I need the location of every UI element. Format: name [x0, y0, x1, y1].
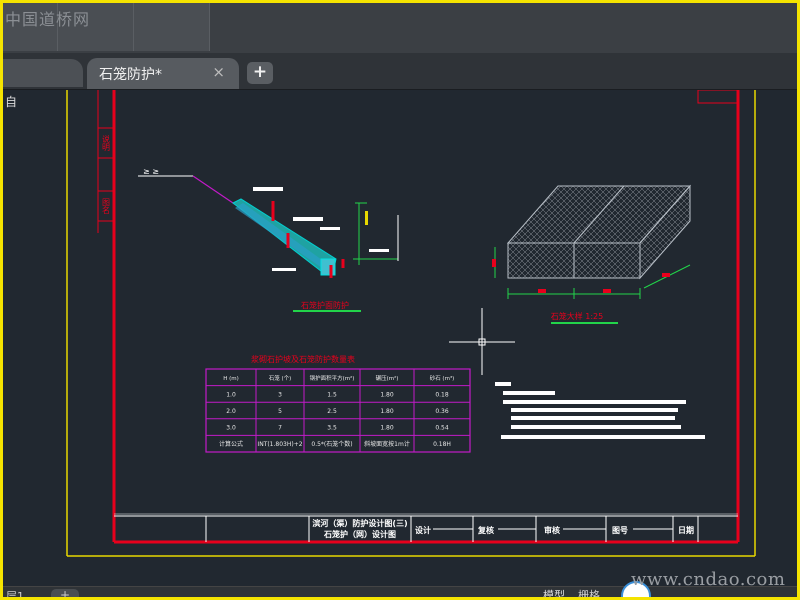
title-line-1: 滨河（渠）防护设计图(三): [312, 518, 407, 528]
model-toggle[interactable]: 模型: [543, 587, 565, 597]
label-date: 日期: [678, 525, 694, 535]
title-block: 滨河（渠）防护设计图(三) 石笼护（网）设计图 设计 复核 审核 图号 日期: [114, 513, 738, 542]
table-cell: 3.0: [226, 425, 236, 432]
watermark-bottom: www.cndao.com: [631, 569, 786, 590]
table-header-cell: 碾压(m²): [376, 375, 399, 382]
table-cell: 斜坡面宽按1m计: [364, 440, 410, 448]
svg-text:≥ ≥: ≥ ≥: [143, 167, 159, 176]
table-cell: 0.36: [435, 408, 449, 415]
table-header-cell: 石笼 (个): [269, 374, 292, 382]
cad-drawing: 说明 图名 ≥ ≥ 石笼护面防护 石笼大样 1:25 滨河（渠）防护设计图(三)…: [66, 90, 756, 557]
table-header-cell: 钢护面积平方(m²): [310, 374, 355, 382]
table-cell: 1.80: [380, 408, 394, 415]
document-tab-bar: 石笼防护* × +: [3, 53, 797, 90]
table-cell: 5: [278, 408, 282, 415]
title-line-2: 石笼护（网）设计图: [323, 529, 396, 539]
table-cell: 3: [278, 391, 282, 398]
slope-section: ≥ ≥ 石笼护面防护: [138, 167, 399, 312]
table-title: 浆砌石护坡及石笼防护数量表: [251, 354, 355, 364]
ribbon-toolbar: 中国道桥网: [3, 3, 797, 53]
table-cell: 计算公式: [219, 440, 243, 448]
quantity-table: H (m) 石笼 (个) 钢护面积平方(m²) 碾压(m²) 砂石 (m³) 1.0 3 1.…: [205, 368, 471, 453]
section-caption: 石笼护面防护: [301, 300, 349, 310]
tab-active-document[interactable]: 石笼防护* ×: [87, 58, 239, 89]
table-cell: 7: [278, 425, 282, 432]
label-review: 复核: [477, 525, 494, 535]
gabion-detail: [506, 184, 692, 280]
close-icon[interactable]: ×: [212, 63, 225, 81]
table-cell: 2.5: [327, 408, 337, 415]
vertical-label-1: 说明: [102, 134, 111, 152]
table-cell: 1.0: [226, 391, 236, 398]
table-header-cell: H (m): [223, 376, 239, 382]
add-layout-button[interactable]: +: [51, 589, 79, 597]
table-cell: INT(1.803H)+2: [257, 441, 302, 448]
label-design: 设计: [415, 525, 431, 535]
label-drawing-no: 图号: [612, 526, 628, 535]
table-cell: 0.5*(石笼个数): [311, 440, 352, 448]
table-cell: 0.54: [435, 425, 449, 432]
table-cell: 3.5: [327, 425, 337, 432]
tab-previous-document[interactable]: [3, 59, 83, 87]
table-cell: 1.80: [380, 425, 394, 432]
drawing-canvas[interactable]: 说明 图名 ≥ ≥ 石笼护面防护 石笼大样 1:25 滨河（渠）防护设计图(三)…: [3, 90, 797, 586]
grid-toggle[interactable]: 栅格: [578, 587, 600, 597]
new-tab-button[interactable]: +: [247, 62, 273, 84]
table-cell: 1.80: [380, 391, 394, 398]
detail-caption: 石笼大样 1:25: [551, 311, 604, 321]
table-cell: 0.18: [435, 391, 449, 398]
label-check: 审核: [544, 525, 560, 535]
table-header-cell: 砂石 (m³): [430, 374, 455, 382]
table-cell: 2.0: [226, 408, 236, 415]
table-cell: 0.18H: [433, 441, 451, 448]
vertical-label-2: 图名: [102, 198, 111, 215]
tab-title: 石笼防护*: [99, 67, 162, 83]
corner-box: [697, 90, 739, 104]
layout-tab-label[interactable]: 层1: [6, 588, 24, 597]
notes-block: [495, 382, 705, 439]
app-window: 中国道桥网 石笼防护* × + 说明 图名 ≥ ≥ 石笼护面防护 石笼大样 1:…: [0, 0, 800, 600]
crosshair-cursor: [449, 308, 515, 375]
side-label: 自: [5, 95, 18, 109]
table-cell: 1.5: [327, 391, 337, 398]
toolbar-panel[interactable]: [134, 3, 210, 51]
watermark-top: 中国道桥网: [5, 10, 91, 29]
